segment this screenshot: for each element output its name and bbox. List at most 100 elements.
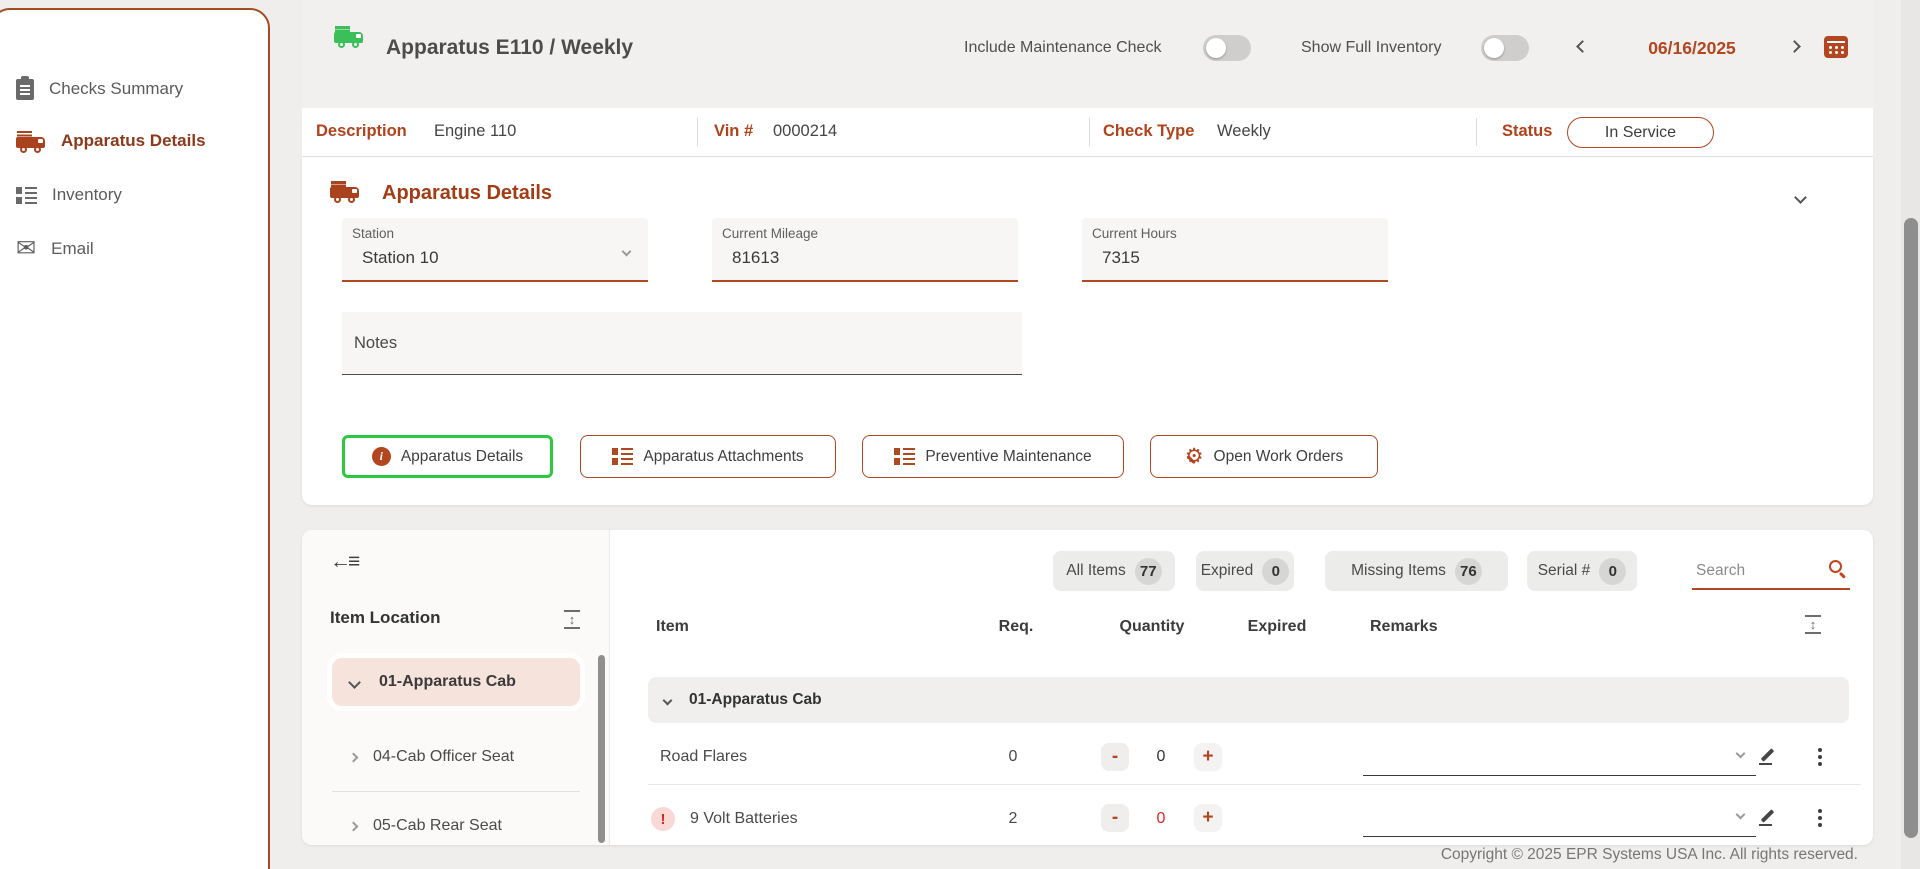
description-label: Description	[316, 122, 407, 141]
apparatus-attachments-button[interactable]: Apparatus Attachments	[580, 435, 836, 478]
search-input[interactable]	[1694, 558, 1822, 584]
search-icon[interactable]	[1829, 560, 1842, 573]
location-node-cab-officer-seat[interactable]: 04-Cab Officer Seat	[332, 740, 580, 774]
location-node-label: 05-Cab Rear Seat	[373, 817, 502, 835]
hours-label: Current Hours	[1092, 226, 1177, 241]
page-scrollbar-track[interactable]	[1901, 0, 1920, 869]
hours-value: 7315	[1102, 248, 1140, 268]
date-display[interactable]: 06/16/2025	[1632, 38, 1752, 59]
remarks-input[interactable]	[1363, 775, 1756, 776]
sidebar-item-label: Checks Summary	[49, 79, 183, 99]
full-inventory-toggle[interactable]	[1481, 35, 1529, 61]
divider	[1476, 118, 1477, 146]
group-row-apparatus-cab[interactable]: 01-Apparatus Cab	[648, 677, 1849, 723]
current-mileage-field[interactable]: Current Mileage 81613	[712, 218, 1018, 282]
calendar-icon[interactable]	[1824, 36, 1848, 58]
edit-pencil-icon[interactable]	[1758, 746, 1777, 765]
column-header-req: Req.	[999, 618, 1034, 636]
clipboard-icon	[16, 79, 34, 100]
tab-all-items[interactable]: All Items 77	[1053, 551, 1175, 591]
station-select[interactable]: Station Station 10	[342, 218, 648, 282]
open-work-orders-button[interactable]: Open Work Orders	[1150, 435, 1378, 478]
row-menu-kebab-icon[interactable]	[1818, 748, 1822, 752]
location-node-apparatus-cab[interactable]: 01-Apparatus Cab	[332, 658, 580, 706]
tab-count-badge: 0	[1262, 558, 1289, 585]
divider	[332, 791, 580, 792]
notes-field[interactable]: Notes	[342, 312, 1022, 375]
maintenance-toggle-label: Include Maintenance Check	[964, 39, 1161, 57]
tab-label: Expired	[1201, 562, 1254, 580]
chevron-down-icon	[622, 247, 632, 257]
page-scrollbar-thumb[interactable]	[1904, 218, 1918, 838]
tab-label: All Items	[1066, 562, 1125, 580]
maintenance-list-icon	[894, 448, 915, 465]
description-value: Engine 110	[434, 122, 516, 141]
item-location-title: Item Location	[330, 608, 441, 628]
sidebar-item-label: Apparatus Details	[61, 131, 206, 151]
button-label: Preventive Maintenance	[925, 448, 1091, 466]
location-node-cab-rear-seat[interactable]: 05-Cab Rear Seat	[332, 809, 580, 843]
station-label: Station	[352, 226, 394, 241]
sidebar: Checks Summary Apparatus Details Invento…	[0, 8, 270, 869]
quantity-value: 0	[1157, 810, 1166, 828]
collapse-panel-icon[interactable]	[330, 550, 357, 574]
collapse-section-chevron-icon[interactable]	[1794, 191, 1807, 204]
station-value: Station 10	[362, 248, 439, 268]
remarks-input[interactable]	[1363, 836, 1756, 837]
previous-date-chevron-icon[interactable]	[1576, 40, 1589, 53]
preventive-maintenance-button[interactable]: Preventive Maintenance	[862, 435, 1124, 478]
item-name: 9 Volt Batteries	[690, 810, 798, 828]
quantity-decrement-button[interactable]: -	[1101, 743, 1129, 771]
chevron-right-icon	[349, 752, 359, 762]
status-badge[interactable]: In Service	[1567, 117, 1714, 148]
sidebar-item-inventory[interactable]: Inventory	[16, 178, 122, 212]
current-hours-field[interactable]: Current Hours 7315	[1082, 218, 1388, 282]
expand-all-icon[interactable]	[564, 610, 580, 629]
chevron-down-icon	[663, 695, 673, 705]
sidebar-item-label: Inventory	[52, 185, 122, 205]
row-menu-kebab-icon[interactable]	[1818, 809, 1822, 813]
chevron-down-icon	[348, 676, 361, 689]
inventory-card: Item Location 01-Apparatus Cab 04-Cab Of…	[302, 530, 1873, 845]
mileage-value: 81613	[732, 248, 779, 268]
edit-pencil-icon[interactable]	[1758, 807, 1777, 826]
tab-missing-items[interactable]: Missing Items 76	[1325, 551, 1508, 591]
sidebar-item-checks-summary[interactable]: Checks Summary	[16, 72, 183, 106]
quantity-increment-button[interactable]: +	[1194, 804, 1222, 832]
button-label: Open Work Orders	[1214, 448, 1344, 466]
check-type-label: Check Type	[1103, 122, 1194, 141]
location-node-label: 01-Apparatus Cab	[379, 673, 516, 691]
envelope-icon	[16, 239, 36, 259]
divider	[1089, 118, 1090, 146]
column-header-quantity: Quantity	[1120, 618, 1185, 636]
divider	[648, 784, 1861, 785]
remarks-chevron-icon[interactable]	[1736, 749, 1746, 759]
vin-value: 0000214	[773, 122, 837, 141]
gear-wrench-icon	[1185, 446, 1204, 467]
expand-rows-icon[interactable]	[1805, 615, 1821, 634]
notes-label: Notes	[354, 334, 397, 353]
quantity-decrement-button[interactable]: -	[1101, 804, 1129, 832]
maintenance-toggle[interactable]	[1203, 35, 1251, 61]
quantity-value: 0	[1157, 748, 1166, 766]
tab-serial[interactable]: Serial # 0	[1527, 551, 1637, 591]
apparatus-status-truck-icon	[334, 25, 364, 48]
column-header-remarks: Remarks	[1370, 618, 1438, 636]
chevron-right-icon	[349, 821, 359, 831]
tab-expired[interactable]: Expired 0	[1196, 551, 1294, 591]
remarks-chevron-icon[interactable]	[1736, 810, 1746, 820]
sidebar-item-apparatus-details[interactable]: Apparatus Details	[16, 124, 206, 158]
panel-scrollbar[interactable]	[598, 655, 605, 843]
check-type-value: Weekly	[1217, 122, 1271, 141]
button-label: Apparatus Details	[401, 448, 523, 466]
next-date-chevron-icon[interactable]	[1788, 40, 1801, 53]
tab-count-badge: 0	[1599, 558, 1626, 585]
section-title: Apparatus Details	[382, 182, 552, 205]
apparatus-details-button[interactable]: Apparatus Details	[342, 435, 553, 478]
quantity-increment-button[interactable]: +	[1194, 743, 1222, 771]
sidebar-item-label: Email	[51, 239, 94, 259]
vin-label: Vin #	[714, 122, 753, 141]
sidebar-item-email[interactable]: Email	[16, 232, 94, 266]
button-label: Apparatus Attachments	[643, 448, 803, 466]
tab-label: Serial #	[1538, 562, 1591, 580]
